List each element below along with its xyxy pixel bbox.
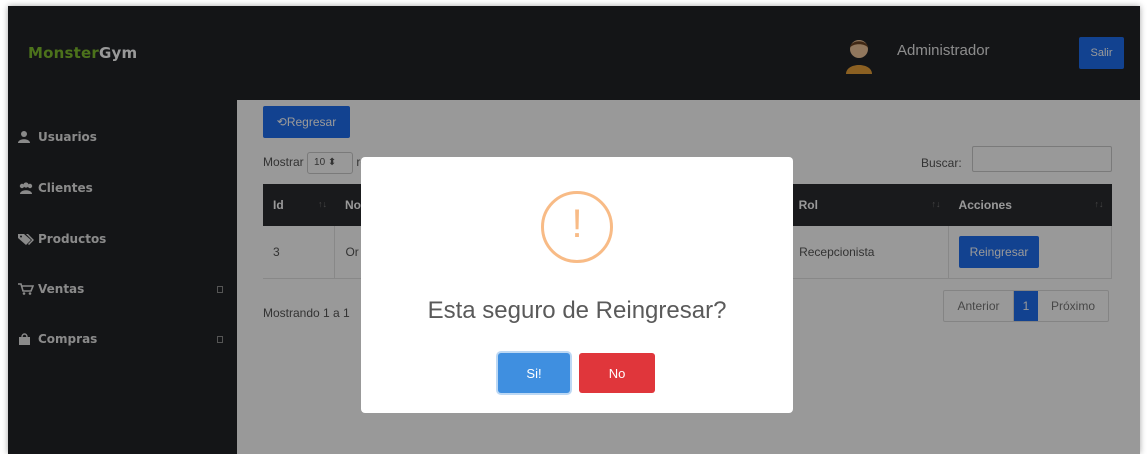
app-window: MonsterGym Administrador Salir Usuarios … (8, 6, 1140, 454)
confirm-dialog: ! Esta seguro de Reingresar? Si! No (361, 157, 793, 413)
cancel-button[interactable]: No (579, 353, 655, 393)
warning-icon: ! (541, 191, 613, 263)
warning-symbol: ! (571, 202, 583, 246)
dialog-message: Esta seguro de Reingresar? (427, 297, 727, 324)
confirm-button[interactable]: Si! (498, 353, 570, 393)
